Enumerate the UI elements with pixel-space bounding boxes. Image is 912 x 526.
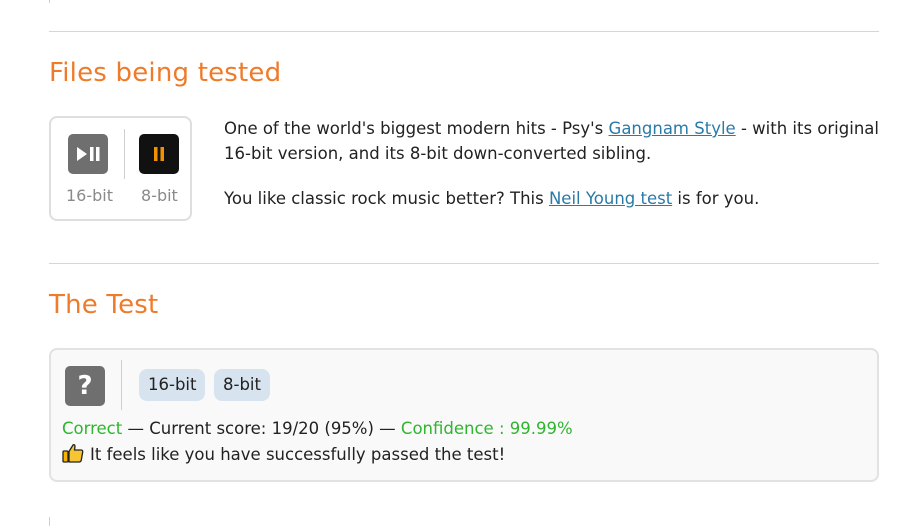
description-text: You like classic rock music better? This (224, 189, 549, 208)
pause-8bit-button[interactable] (139, 134, 179, 174)
score-text: — Current score: 19/20 (95%) — (122, 419, 401, 438)
description-text: is for you. (672, 189, 760, 208)
bottom-divider-tick (49, 517, 50, 526)
gangnam-style-link[interactable]: Gangnam Style (609, 119, 736, 138)
answer-8bit-button[interactable]: 8-bit (214, 369, 270, 401)
section-heading-files: Files being tested (49, 58, 282, 88)
result-correct: Correct (62, 419, 123, 438)
pass-message: It feels like you have successfully pass… (90, 445, 506, 464)
pause-icon (154, 147, 164, 161)
confidence-text: Confidence : 99.99% (400, 419, 573, 438)
test-panel: ? 16-bit 8-bit Correct — Current score: … (49, 348, 879, 482)
pass-message-line: It feels like you have successfully pass… (62, 442, 573, 468)
play-pause-icon (77, 147, 100, 161)
score-line: Correct — Current score: 19/20 (95%) — C… (62, 416, 573, 442)
section-divider (49, 31, 879, 32)
section-divider (49, 263, 879, 264)
test-separator (121, 360, 122, 410)
player-label-16bit: 16-bit (66, 186, 114, 205)
player-label-8bit: 8-bit (141, 186, 178, 205)
play-16bit-button[interactable] (68, 134, 108, 174)
test-result: Correct — Current score: 19/20 (95%) — C… (62, 416, 573, 468)
files-description: One of the world's biggest modern hits -… (224, 116, 884, 211)
top-divider-tick (49, 0, 50, 3)
description-paragraph-2: You like classic rock music better? This… (224, 186, 884, 211)
play-unknown-button[interactable]: ? (65, 366, 105, 406)
player-separator (124, 129, 125, 179)
neil-young-test-link[interactable]: Neil Young test (549, 189, 672, 208)
thumbs-up-icon (62, 444, 84, 463)
audio-player: 16-bit 8-bit (49, 116, 192, 221)
question-mark-icon: ? (77, 371, 93, 401)
section-heading-test: The Test (49, 290, 159, 320)
answer-16bit-button[interactable]: 16-bit (139, 369, 206, 401)
description-paragraph-1: One of the world's biggest modern hits -… (224, 116, 884, 166)
description-text: One of the world's biggest modern hits -… (224, 119, 609, 138)
